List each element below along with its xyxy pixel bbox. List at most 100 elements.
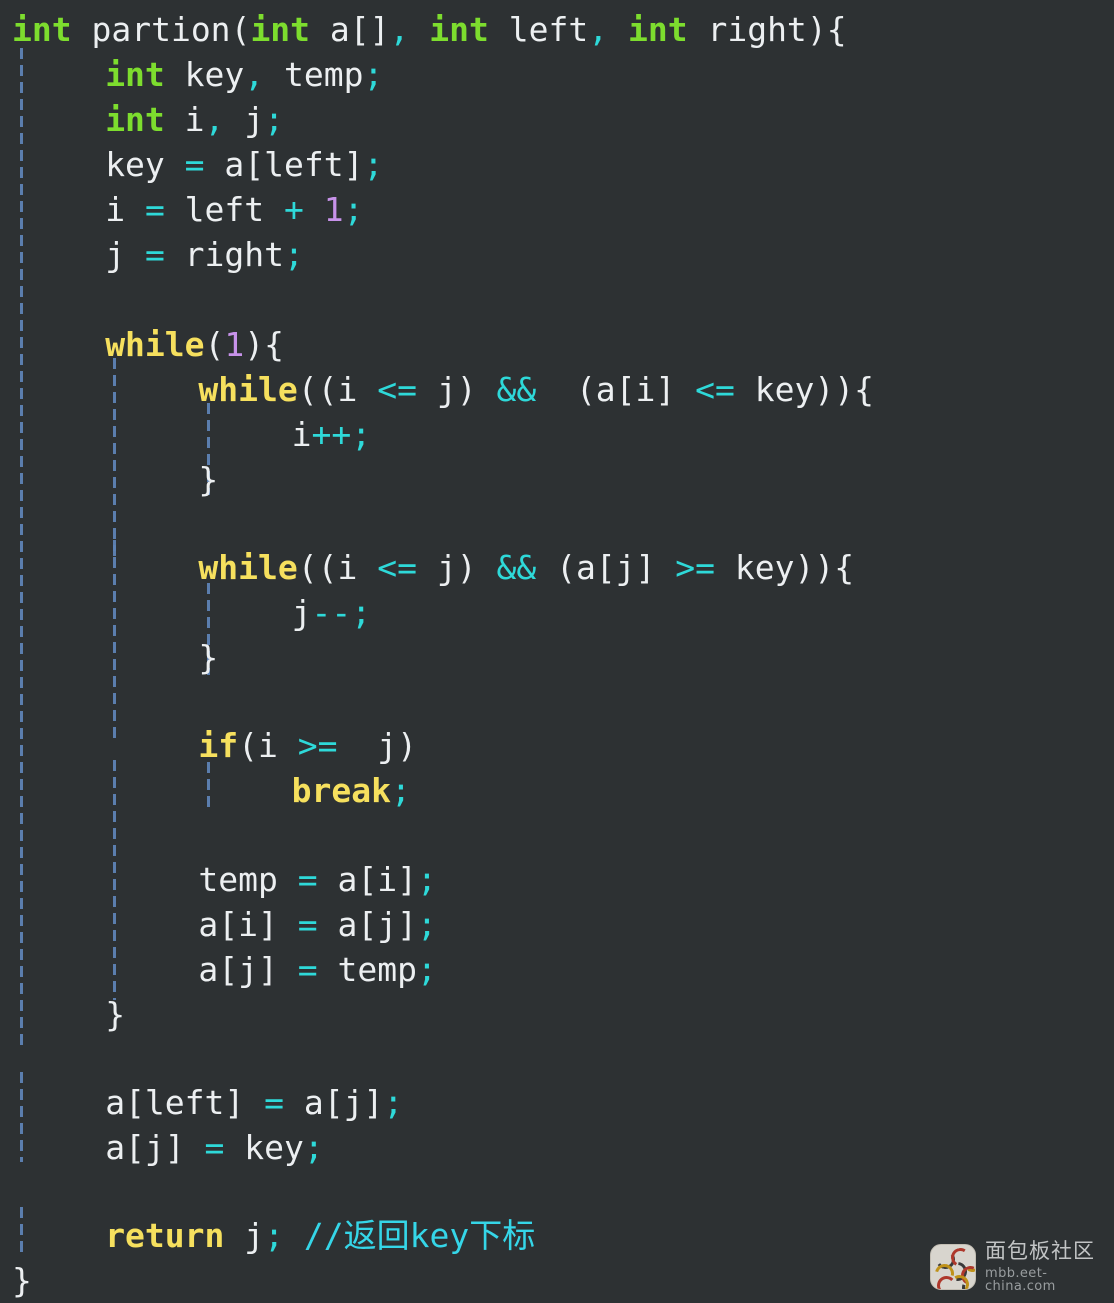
- code-line: }: [12, 1258, 32, 1303]
- code-line: j = right;: [105, 232, 304, 277]
- code-token-plain: key: [224, 1128, 304, 1167]
- code-token-op: =: [297, 905, 318, 944]
- code-token-plain: i: [164, 100, 205, 139]
- code-token-type: int: [12, 10, 72, 49]
- code-token-type: int: [250, 10, 311, 49]
- code-screenshot: int partion(int a[], int left, int right…: [0, 0, 1114, 1300]
- code-token-plain: j: [291, 593, 312, 632]
- watermark-text: 面包板社区 mbb.eet-china.com: [985, 1239, 1114, 1294]
- code-line: int partion(int a[], int left, int right…: [12, 7, 847, 52]
- code-token-plain: }: [105, 995, 126, 1034]
- mbb-logo-icon: [930, 1244, 976, 1290]
- code-token-op: =: [297, 860, 318, 899]
- code-token-op: >=: [297, 726, 338, 765]
- code-token-plain: right: [164, 235, 285, 274]
- code-token-num: 1: [323, 190, 344, 229]
- code-token-paren: (: [230, 10, 251, 49]
- code-token-op: >=: [675, 548, 716, 587]
- code-token-plain: temp: [198, 860, 298, 899]
- code-token-op: =: [264, 1083, 285, 1122]
- code-line: while(1){: [105, 322, 284, 367]
- code-token-plain: j: [224, 1216, 265, 1255]
- code-token-punct: ;: [363, 55, 384, 94]
- code-token-plain: j: [224, 100, 265, 139]
- code-token-type: int: [105, 100, 165, 139]
- code-token-op: =: [184, 145, 205, 184]
- code-token-punct: ;: [416, 905, 437, 944]
- code-token-kw: break: [291, 771, 391, 810]
- code-token-punct: ,: [244, 55, 265, 94]
- code-line: }: [105, 992, 125, 1037]
- code-token-plain: a[left]: [105, 1083, 265, 1122]
- code-token-plain: a[j]: [198, 950, 298, 989]
- code-token-plain: j): [416, 548, 497, 587]
- code-token-plain: temp: [264, 55, 364, 94]
- code-token-op: =: [297, 950, 318, 989]
- code-token-plain: }: [198, 460, 219, 499]
- code-token-op: &&: [496, 548, 537, 587]
- code-block: int partion(int a[], int left, int right…: [0, 0, 1114, 1300]
- code-token-plain: i: [105, 190, 145, 229]
- code-token-plain: {: [826, 10, 847, 49]
- code-token-plain: a[]: [310, 10, 390, 49]
- code-line: }: [198, 457, 218, 502]
- code-line: a[j] = temp;: [198, 947, 436, 992]
- code-token-type: int: [429, 10, 489, 49]
- code-line: a[left] = a[j];: [105, 1080, 403, 1125]
- code-line: if(i >= j): [198, 723, 417, 768]
- code-token-type: int: [105, 55, 165, 94]
- code-token-plain: i: [291, 415, 312, 454]
- code-line: while((i <= j) && (a[j] >= key)){: [198, 545, 854, 590]
- code-token-plain: key)){: [734, 370, 874, 409]
- code-token-plain: temp: [317, 950, 417, 989]
- code-token-op: =: [144, 190, 165, 229]
- code-token-comment: //返回key下标: [303, 1216, 536, 1255]
- code-token-plain: {: [264, 325, 285, 364]
- code-token-op: ++: [311, 415, 352, 454]
- code-line: return j; //返回key下标: [105, 1213, 535, 1258]
- code-token-num: 1: [224, 325, 245, 364]
- code-token-plain: key)){: [715, 548, 855, 587]
- code-token-kw: if: [198, 726, 239, 765]
- code-token-paren: (: [204, 325, 225, 364]
- code-token-op: <=: [695, 370, 735, 409]
- code-line: while((i <= j) && (a[i] <= key)){: [198, 367, 874, 412]
- code-line: }: [198, 635, 218, 680]
- code-token-punct: ;: [303, 1128, 324, 1167]
- code-token-punct: ;: [284, 235, 304, 274]
- code-token-paren: ): [806, 10, 827, 49]
- code-line: a[j] = key;: [105, 1125, 324, 1170]
- code-token-punct: ;: [416, 860, 437, 899]
- code-token-paren: (i: [238, 726, 298, 765]
- code-token-kw: while: [198, 548, 298, 587]
- watermark-url: mbb.eet-china.com: [985, 1266, 1056, 1294]
- code-token-plain: key: [164, 55, 245, 94]
- watermark-title: 面包板社区: [985, 1239, 1095, 1263]
- code-line: temp = a[i];: [198, 857, 436, 902]
- code-line: i = left + 1;: [105, 187, 363, 232]
- code-token-plain: }: [12, 1261, 32, 1300]
- code-token-plain: key: [105, 145, 185, 184]
- code-token-paren: ): [244, 325, 265, 364]
- code-token-op: =: [204, 1128, 225, 1167]
- code-token-punct: ,: [588, 10, 609, 49]
- code-token-plain: j): [416, 370, 497, 409]
- code-token-plain: (a[i]: [536, 370, 696, 409]
- code-token-op: --: [311, 593, 352, 632]
- code-token-punct: ;: [390, 771, 411, 810]
- code-token-kw: return: [105, 1216, 225, 1255]
- code-token-plain: partion: [71, 10, 231, 49]
- code-token-plain: a[left]: [204, 145, 364, 184]
- code-token-op: =: [144, 235, 165, 274]
- code-token-kw: while: [105, 325, 205, 364]
- watermark: 面包板社区 mbb.eet-china.com: [930, 1241, 1114, 1293]
- code-token-paren: ((i: [297, 548, 378, 587]
- code-token-punct: ;: [351, 415, 372, 454]
